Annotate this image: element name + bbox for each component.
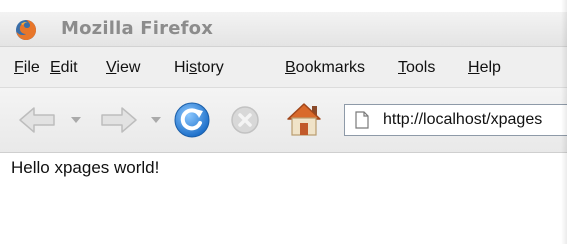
dropdown-arrow-icon[interactable]	[150, 116, 162, 124]
page-content: Hello xpages world!	[0, 153, 567, 244]
browser-window: Mozilla Firefox File Edit View History B…	[0, 0, 567, 244]
page-icon	[355, 111, 369, 129]
dropdown-arrow-icon[interactable]	[70, 116, 82, 124]
page-body-text: Hello xpages world!	[11, 158, 160, 177]
menu-file[interactable]: File	[14, 59, 40, 77]
window-edge-shadow	[561, 0, 567, 244]
menu-view[interactable]: View	[106, 59, 140, 77]
reload-icon[interactable]	[174, 102, 210, 138]
url-text[interactable]: http://localhost/xpages	[383, 111, 542, 129]
menu-history[interactable]: History	[174, 59, 224, 77]
window-title: Mozilla Firefox	[61, 18, 214, 39]
menu-help[interactable]: Help	[468, 59, 501, 77]
back-arrow-icon[interactable]	[18, 106, 58, 134]
home-icon[interactable]	[285, 101, 323, 137]
stop-icon[interactable]	[230, 105, 260, 135]
menu-edit[interactable]: Edit	[50, 59, 78, 77]
firefox-icon	[16, 20, 36, 40]
menu-bookmarks[interactable]: Bookmarks	[285, 59, 365, 77]
forward-arrow-icon[interactable]	[98, 106, 138, 134]
title-bar: Mozilla Firefox	[0, 12, 567, 47]
navigation-toolbar: http://localhost/xpages	[0, 88, 567, 153]
menu-bar: File Edit View History Bookmarks Tools H…	[0, 47, 567, 88]
menu-tools[interactable]: Tools	[398, 59, 435, 77]
url-bar[interactable]: http://localhost/xpages	[344, 104, 567, 136]
